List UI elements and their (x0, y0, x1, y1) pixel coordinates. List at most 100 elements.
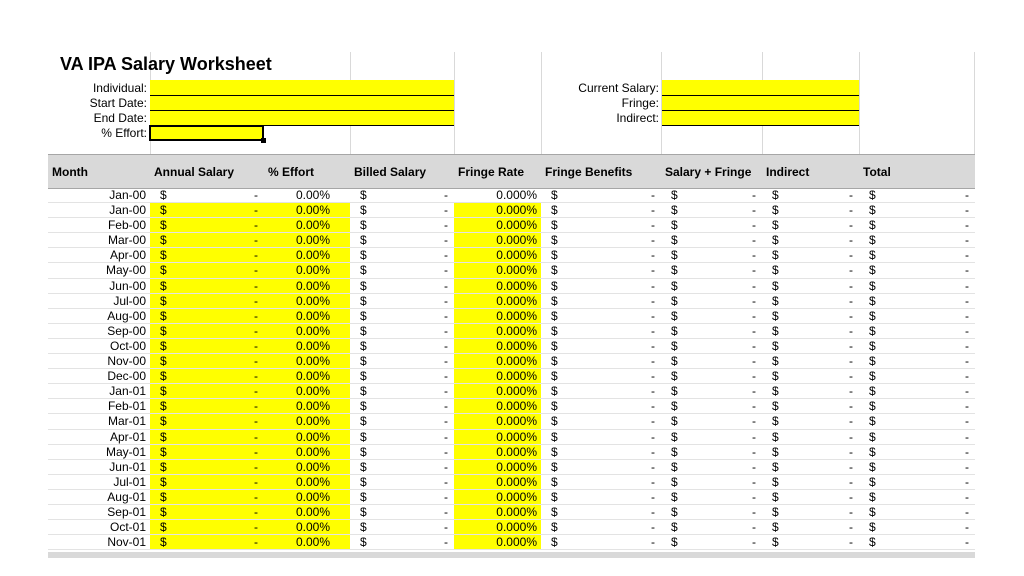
cell-salary-fringe[interactable]: $ - (661, 324, 762, 338)
cell-fringe-benefits[interactable]: $ - (541, 294, 661, 308)
cell-indirect[interactable]: $ - (762, 188, 859, 202)
cell-fringe-rate[interactable]: 0.000% (454, 308, 541, 323)
cell-fringe-rate[interactable]: 0.000% (454, 459, 541, 474)
col-header-annual-salary[interactable]: Annual Salary (150, 155, 264, 188)
cell-effort[interactable]: 0.00% (264, 504, 350, 520)
cell-fringe-rate[interactable]: 0.000% (454, 354, 541, 369)
cell-salary-fringe[interactable]: $ - (661, 294, 762, 308)
cell-indirect[interactable]: $ - (762, 248, 859, 262)
cell-effort[interactable]: 0.00% (264, 520, 350, 535)
cell-salary-fringe[interactable]: $ - (661, 218, 762, 232)
cell-fringe-benefits[interactable]: $ - (541, 399, 661, 413)
cell-indirect[interactable]: $ - (762, 339, 859, 353)
cell-total[interactable]: $ - (859, 263, 975, 277)
cell-salary-fringe[interactable]: $ - (661, 203, 762, 217)
cell-month[interactable]: Nov-00 (48, 354, 150, 368)
cell-month[interactable]: May-01 (48, 445, 150, 459)
cell-effort[interactable]: 0.00% (264, 414, 350, 429)
cell-month[interactable]: Oct-00 (48, 339, 150, 353)
cell-month[interactable]: Apr-00 (48, 248, 150, 262)
individual-field[interactable] (150, 80, 454, 96)
cell-billed-salary[interactable]: $ - (350, 324, 454, 338)
cell-annual-salary[interactable]: $ - (150, 520, 264, 535)
cell-month[interactable]: Mar-01 (48, 414, 150, 428)
cell-indirect[interactable]: $ - (762, 475, 859, 489)
cell-total[interactable]: $ - (859, 520, 975, 534)
cell-fringe-benefits[interactable]: $ - (541, 475, 661, 489)
cell-fringe-benefits[interactable]: $ - (541, 384, 661, 398)
cell-total[interactable]: $ - (859, 309, 975, 323)
fringe-field[interactable] (662, 96, 859, 111)
cell-indirect[interactable]: $ - (762, 324, 859, 338)
cell-month[interactable]: Mar-00 (48, 233, 150, 247)
cell-fringe-rate[interactable]: 0.000% (454, 188, 541, 202)
cell-total[interactable]: $ - (859, 354, 975, 368)
col-header-fringe-benefits[interactable]: Fringe Benefits (541, 155, 661, 188)
cell-effort[interactable]: 0.00% (264, 248, 350, 263)
col-header-billed-salary[interactable]: Billed Salary (350, 155, 454, 188)
cell-fringe-benefits[interactable]: $ - (541, 339, 661, 353)
cell-annual-salary[interactable]: $ - (150, 535, 264, 550)
cell-salary-fringe[interactable]: $ - (661, 263, 762, 277)
cell-billed-salary[interactable]: $ - (350, 233, 454, 247)
cell-effort[interactable]: 0.00% (264, 399, 350, 414)
cell-billed-salary[interactable]: $ - (350, 520, 454, 534)
cell-billed-salary[interactable]: $ - (350, 188, 454, 202)
cell-fringe-rate[interactable]: 0.000% (454, 233, 541, 248)
cell-salary-fringe[interactable]: $ - (661, 354, 762, 368)
cell-billed-salary[interactable]: $ - (350, 339, 454, 353)
cell-effort[interactable]: 0.00% (264, 323, 350, 338)
cell-effort[interactable]: 0.00% (264, 308, 350, 323)
cell-total[interactable]: $ - (859, 324, 975, 338)
cell-fringe-benefits[interactable]: $ - (541, 520, 661, 534)
cell-indirect[interactable]: $ - (762, 490, 859, 504)
cell-indirect[interactable]: $ - (762, 399, 859, 413)
cell-salary-fringe[interactable]: $ - (661, 460, 762, 474)
cell-salary-fringe[interactable]: $ - (661, 188, 762, 202)
cell-billed-salary[interactable]: $ - (350, 399, 454, 413)
cell-total[interactable]: $ - (859, 475, 975, 489)
cell-effort[interactable]: 0.00% (264, 278, 350, 293)
cell-total[interactable]: $ - (859, 188, 975, 202)
col-header-salary-fringe[interactable]: Salary + Fringe (661, 155, 762, 188)
cell-salary-fringe[interactable]: $ - (661, 414, 762, 428)
cell-total[interactable]: $ - (859, 369, 975, 383)
cell-total[interactable]: $ - (859, 248, 975, 262)
cell-month[interactable]: Feb-01 (48, 399, 150, 413)
cell-effort[interactable]: 0.00% (264, 474, 350, 489)
cell-total[interactable]: $ - (859, 414, 975, 428)
cell-billed-salary[interactable]: $ - (350, 309, 454, 323)
cell-fringe-benefits[interactable]: $ - (541, 218, 661, 232)
cell-salary-fringe[interactable]: $ - (661, 399, 762, 413)
cell-fringe-rate[interactable]: 0.000% (454, 489, 541, 504)
cell-total[interactable]: $ - (859, 445, 975, 459)
cell-total[interactable]: $ - (859, 203, 975, 217)
cell-annual-salary[interactable]: $ - (150, 248, 264, 263)
cell-salary-fringe[interactable]: $ - (661, 339, 762, 353)
cell-fringe-benefits[interactable]: $ - (541, 248, 661, 262)
cell-total[interactable]: $ - (859, 233, 975, 247)
cell-salary-fringe[interactable]: $ - (661, 233, 762, 247)
cell-effort[interactable]: 0.00% (264, 535, 350, 550)
cell-annual-salary[interactable]: $ - (150, 293, 264, 308)
cell-fringe-rate[interactable]: 0.000% (454, 293, 541, 308)
cell-fringe-rate[interactable]: 0.000% (454, 338, 541, 354)
cell-billed-salary[interactable]: $ - (350, 354, 454, 368)
cell-fringe-rate[interactable]: 0.000% (454, 248, 541, 263)
cell-annual-salary[interactable]: $ - (150, 218, 264, 233)
cell-month[interactable]: Jan-01 (48, 384, 150, 398)
cell-annual-salary[interactable]: $ - (150, 384, 264, 399)
cell-indirect[interactable]: $ - (762, 414, 859, 428)
cell-effort[interactable]: 0.00% (264, 354, 350, 369)
cell-fringe-rate[interactable]: 0.000% (454, 203, 541, 218)
cell-billed-salary[interactable]: $ - (350, 490, 454, 504)
cell-month[interactable]: Dec-00 (48, 369, 150, 383)
cell-fringe-benefits[interactable]: $ - (541, 324, 661, 338)
cell-total[interactable]: $ - (859, 399, 975, 413)
cell-fringe-benefits[interactable]: $ - (541, 309, 661, 323)
cell-fringe-rate[interactable]: 0.000% (454, 474, 541, 489)
cell-month[interactable]: Jun-00 (48, 279, 150, 293)
cell-fringe-rate[interactable]: 0.000% (454, 504, 541, 520)
cell-effort[interactable]: 0.00% (264, 489, 350, 504)
cell-billed-salary[interactable]: $ - (350, 460, 454, 474)
